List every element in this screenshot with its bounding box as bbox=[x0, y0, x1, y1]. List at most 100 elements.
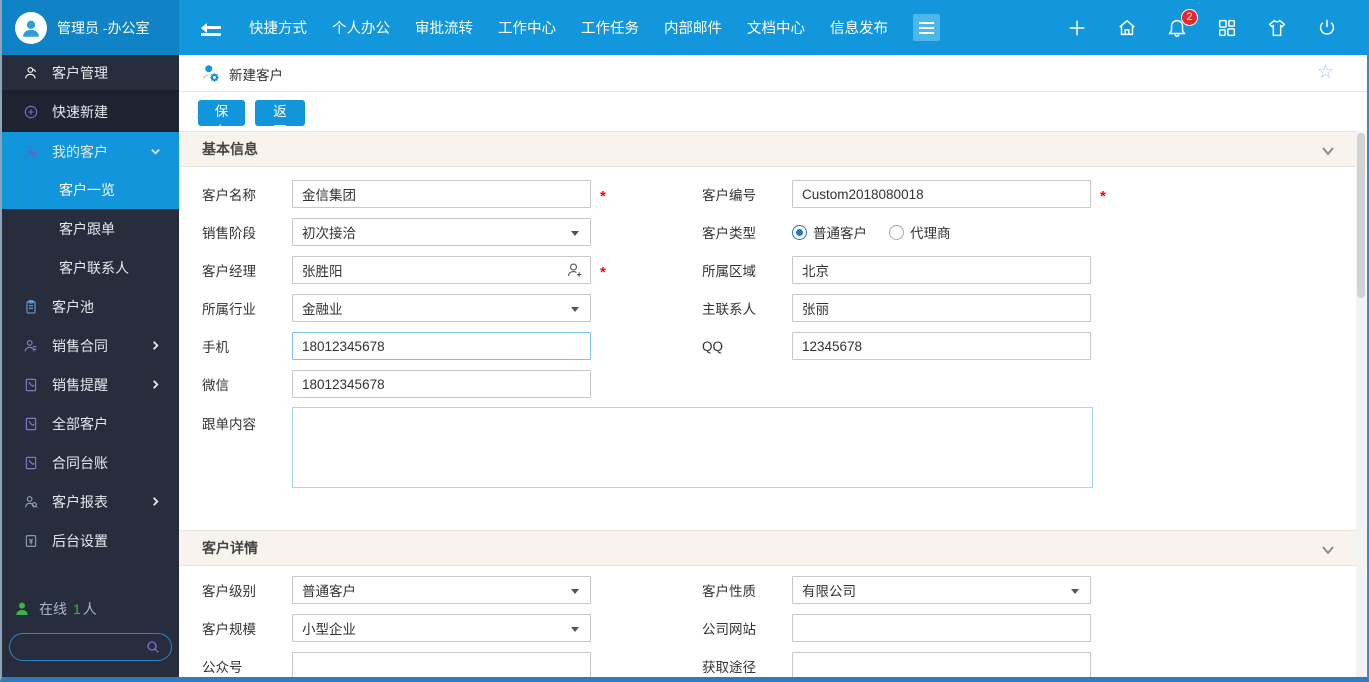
radio-unselected-icon bbox=[889, 224, 904, 240]
nav-item-work-center[interactable]: 工作中心 bbox=[498, 17, 556, 38]
nav-item-approval-flow[interactable]: 审批流转 bbox=[415, 17, 473, 38]
customer-level-select[interactable]: 普通客户 bbox=[292, 576, 591, 604]
online-label: 在线 bbox=[39, 601, 67, 617]
field-main-contact: 主联系人 bbox=[702, 294, 1091, 322]
theme-shirt-icon[interactable] bbox=[1265, 16, 1289, 40]
app-window: 管理员 -办公室 快捷方式 个人办公 审批流转 工作中心 工作任务 内部邮件 文… bbox=[0, 0, 1369, 682]
search-icon[interactable] bbox=[145, 639, 161, 655]
nav-item-personal-office[interactable]: 个人办公 bbox=[332, 17, 390, 38]
more-menu-icon[interactable] bbox=[913, 14, 940, 41]
sidebar-item-label: 客户跟单 bbox=[59, 220, 115, 237]
public-account-input[interactable] bbox=[292, 652, 591, 677]
customer-no-input[interactable] bbox=[792, 180, 1091, 208]
field-label: QQ bbox=[702, 338, 724, 354]
sales-stage-select[interactable]: 初次接洽 bbox=[292, 218, 591, 246]
sidebar-item-customer-follow[interactable]: 客户跟单 bbox=[2, 209, 179, 248]
sidebar-item-label: 快速新建 bbox=[52, 103, 108, 120]
section-header-basic-info[interactable]: 基本信息 bbox=[179, 131, 1367, 167]
radio-selected-icon bbox=[792, 224, 807, 240]
customer-scale-select[interactable]: 小型企业 bbox=[292, 614, 591, 642]
nav-item-info-publish[interactable]: 信息发布 bbox=[830, 17, 888, 38]
customer-name-input[interactable] bbox=[292, 180, 591, 208]
sidebar-item-customer-overview[interactable]: 客户一览 bbox=[2, 171, 179, 209]
apps-grid-icon[interactable] bbox=[1215, 16, 1239, 40]
field-customer-level: 客户级别 普通客户 bbox=[202, 576, 591, 604]
chevron-right-icon bbox=[150, 379, 161, 390]
sidebar-item-my-customers[interactable]: 我的客户 bbox=[2, 132, 179, 171]
sidebar-item-all-customers[interactable]: 全部客户 bbox=[2, 404, 179, 443]
sidebar-item-customer-reports[interactable]: 客户报表 bbox=[2, 482, 179, 521]
field-label: 客户规模 bbox=[202, 622, 256, 637]
radio-label: 代理商 bbox=[910, 226, 951, 241]
add-icon[interactable] bbox=[1065, 16, 1089, 40]
dropdown-arrow-icon bbox=[1071, 589, 1079, 594]
notifications-icon[interactable]: 2 bbox=[1165, 8, 1198, 40]
dropdown-arrow-icon bbox=[571, 589, 579, 594]
radio-normal-customer[interactable]: 普通客户 bbox=[792, 222, 867, 242]
nav-item-internal-mail[interactable]: 内部邮件 bbox=[664, 17, 722, 38]
field-customer-type: 客户类型 普通客户 代理商 bbox=[702, 218, 951, 246]
scrollbar-thumb[interactable] bbox=[1357, 133, 1365, 298]
sidebar-item-contract-ledger[interactable]: 合同台账 bbox=[2, 443, 179, 482]
field-label: 主联系人 bbox=[702, 302, 756, 317]
radio-agent[interactable]: 代理商 bbox=[889, 222, 951, 242]
logout-power-icon[interactable] bbox=[1315, 16, 1339, 40]
add-person-icon[interactable] bbox=[566, 261, 584, 279]
field-label: 客户类型 bbox=[702, 226, 756, 241]
sidebar-item-label: 销售提醒 bbox=[52, 376, 108, 393]
collapse-chevron-icon[interactable] bbox=[1321, 144, 1335, 162]
qq-input[interactable] bbox=[792, 332, 1091, 360]
sidebar-item-quick-create[interactable]: 快速新建 bbox=[2, 91, 179, 132]
favorite-star-icon[interactable]: ☆ bbox=[1317, 61, 1334, 84]
sidebar-item-label: 客户一览 bbox=[59, 182, 115, 198]
follow-content-textarea[interactable] bbox=[292, 407, 1093, 488]
customer-manager-input[interactable] bbox=[292, 256, 591, 284]
field-label: 所属行业 bbox=[202, 302, 256, 317]
main-content: 新建客户 ☆ 保存 返回 基本信息 客户名称 客户编号 销售阶段 初次接洽 bbox=[179, 55, 1367, 677]
sidebar-item-customer-pool[interactable]: 客户池 bbox=[2, 287, 179, 326]
scrollbar-track[interactable] bbox=[1356, 131, 1366, 677]
wechat-input[interactable] bbox=[292, 370, 591, 398]
sidebar-item-customer-management[interactable]: 客户管理 bbox=[2, 55, 179, 91]
required-marker bbox=[1100, 188, 1106, 205]
company-website-input[interactable] bbox=[792, 614, 1091, 642]
contact-book-icon bbox=[22, 376, 39, 393]
field-label: 公众号 bbox=[202, 660, 243, 675]
field-mobile: 手机 bbox=[202, 332, 591, 360]
main-contact-input[interactable] bbox=[792, 294, 1091, 322]
user-avatar bbox=[15, 11, 47, 44]
field-label: 客户性质 bbox=[702, 584, 756, 599]
sidebar-item-sales-contracts[interactable]: 销售合同 bbox=[2, 326, 179, 365]
sidebar-footer: 在线 1 人 bbox=[2, 599, 179, 677]
user-area[interactable]: 管理员 -办公室 bbox=[2, 0, 179, 55]
sidebar-item-label: 客户池 bbox=[52, 298, 94, 315]
sidebar-item-backend-settings[interactable]: 后台设置 bbox=[2, 521, 179, 560]
nav-item-shortcuts[interactable]: 快捷方式 bbox=[249, 17, 307, 38]
top-navigation: 快捷方式 个人办公 审批流转 工作中心 工作任务 内部邮件 文档中心 信息发布 bbox=[249, 17, 888, 38]
nav-item-work-tasks[interactable]: 工作任务 bbox=[581, 17, 639, 38]
region-input[interactable] bbox=[792, 256, 1091, 284]
industry-select[interactable]: 金融业 bbox=[292, 294, 591, 322]
field-label: 所属区域 bbox=[702, 264, 756, 279]
field-label: 公司网站 bbox=[702, 622, 756, 637]
field-customer-scale: 客户规模 小型企业 bbox=[202, 614, 591, 642]
circle-plus-icon bbox=[22, 103, 39, 120]
sidebar-collapse-icon[interactable] bbox=[201, 19, 223, 37]
save-button[interactable]: 保存 bbox=[198, 100, 245, 139]
acquisition-input[interactable] bbox=[792, 652, 1091, 677]
section-header-customer-detail[interactable]: 客户详情 bbox=[179, 530, 1367, 566]
sidebar-item-customer-contacts[interactable]: 客户联系人 bbox=[2, 248, 179, 287]
field-label: 客户名称 bbox=[202, 188, 256, 203]
back-button[interactable]: 返回 bbox=[255, 100, 305, 139]
customer-nature-select[interactable]: 有限公司 bbox=[792, 576, 1091, 604]
nav-item-document-center[interactable]: 文档中心 bbox=[747, 17, 805, 38]
home-icon[interactable] bbox=[1115, 16, 1139, 40]
mobile-input[interactable] bbox=[292, 332, 591, 360]
field-follow-content: 跟单内容 bbox=[202, 407, 1093, 488]
selected-value: 有限公司 bbox=[802, 584, 856, 599]
chevron-down-icon bbox=[150, 146, 161, 157]
sidebar-search-box bbox=[9, 633, 172, 661]
customer-type-radio-group: 普通客户 代理商 bbox=[792, 222, 951, 242]
collapse-chevron-icon[interactable] bbox=[1321, 543, 1335, 561]
sidebar-item-sales-reminders[interactable]: 销售提醒 bbox=[2, 365, 179, 404]
